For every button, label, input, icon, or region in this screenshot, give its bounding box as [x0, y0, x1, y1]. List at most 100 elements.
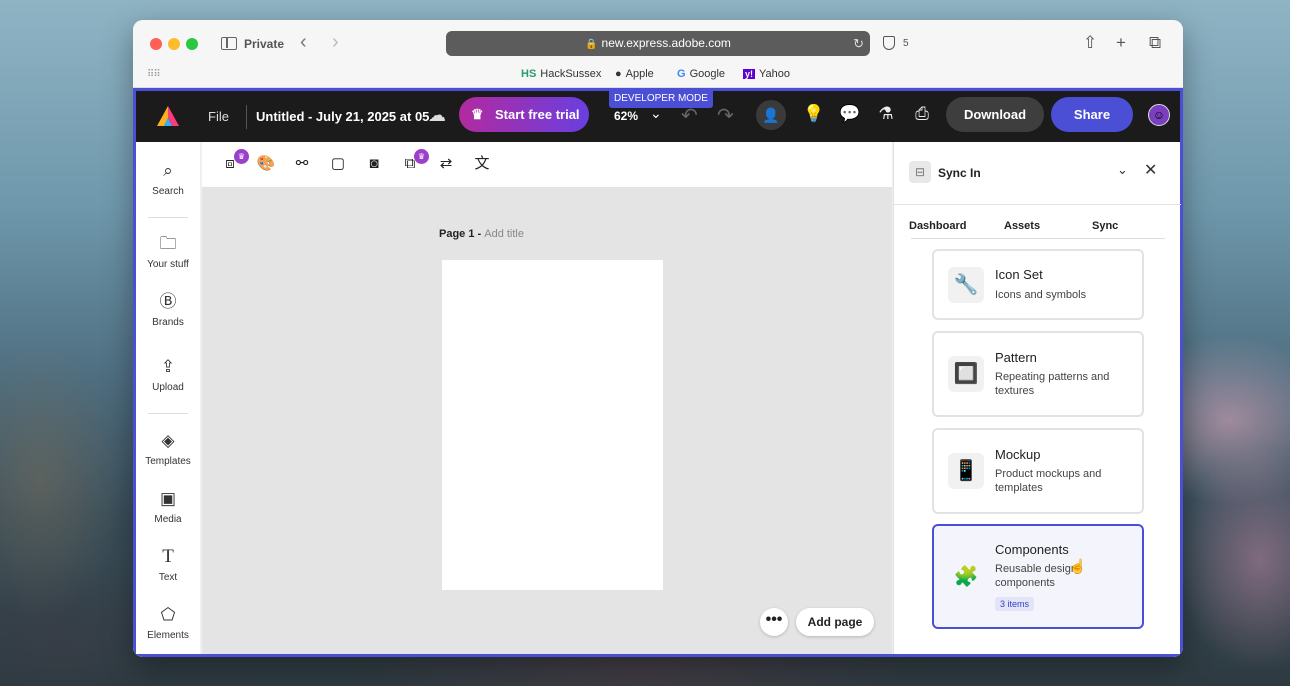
left-rail: ⌕ Search 🗀 Your stuff Ⓑ Brands ⇪ Upload ◈ Tem…: [136, 142, 200, 654]
rail-your-stuff[interactable]: 🗀 Your stuff: [136, 233, 200, 270]
cloud-sync-icon[interactable]: ☁: [428, 105, 446, 126]
add-collaborator-icon[interactable]: 👤: [756, 100, 786, 130]
panel-tabs: Dashboard Assets Sync: [909, 217, 1165, 239]
plugin-icon: ⊟: [909, 161, 931, 183]
share-page-icon[interactable]: ⇧: [1083, 33, 1097, 53]
file-menu[interactable]: File: [208, 109, 229, 124]
adobe-express-logo[interactable]: [156, 105, 180, 127]
panel-title: Sync In: [938, 166, 981, 180]
browser-window: Private ‹ › 🔒 new.express.adobe.com ↻ 5 ⇧…: [133, 20, 1183, 657]
tab-sync[interactable]: Sync: [1092, 220, 1118, 232]
page-label: Page 1 - Add title: [439, 228, 524, 240]
reload-icon[interactable]: ↻: [853, 31, 864, 56]
lightbulb-icon[interactable]: 💡: [802, 104, 826, 124]
design-canvas: Page 1 - Add title ••• Add page: [202, 188, 892, 654]
card-icon-set[interactable]: 🔧 Icon Set Icons and symbols: [932, 249, 1144, 320]
bookmark-hacksussex[interactable]: HS HackSussex: [521, 68, 601, 80]
rail-brands[interactable]: Ⓑ Brands: [136, 291, 200, 328]
rail-divider: [148, 217, 188, 218]
artboard-page[interactable]: [442, 260, 663, 590]
sidebar-toggle-icon[interactable]: [221, 37, 237, 50]
forward-icon[interactable]: ›: [332, 32, 339, 52]
bookmark-apple[interactable]: ● Apple: [615, 68, 654, 80]
card-title: Pattern: [995, 350, 1037, 365]
chevron-down-icon[interactable]: ⌄: [650, 105, 662, 122]
rail-templates[interactable]: ◈ Templates: [136, 430, 200, 467]
bookmark-google[interactable]: G Google: [677, 68, 725, 80]
card-pattern[interactable]: 🔲 Pattern Repeating patterns and texture…: [932, 331, 1144, 417]
resize-icon[interactable]: ⧈ ♛: [220, 149, 249, 174]
card-description: Reusable design components: [995, 563, 1077, 589]
document-title[interactable]: Untitled - July 21, 2025 at 05...: [256, 109, 440, 124]
close-window-button[interactable]: [150, 38, 162, 50]
zoom-level[interactable]: 62%: [614, 109, 638, 123]
avatar[interactable]: ☺: [1148, 104, 1170, 126]
add-page-button[interactable]: Add page: [796, 608, 874, 636]
comment-icon[interactable]: 💬: [838, 104, 862, 124]
download-button[interactable]: Download: [946, 97, 1044, 132]
card-description: Icons and symbols: [995, 289, 1087, 301]
translate-icon[interactable]: 文: [472, 154, 492, 174]
templates-icon: ◈: [161, 431, 175, 450]
sync-in-panel: ⊟ Sync In ⌄ ✕ Dashboard Assets Sync 🔧 Ic…: [893, 142, 1181, 654]
rail-text[interactable]: T Text: [136, 546, 200, 583]
hand-cursor-icon: ☝: [1069, 558, 1087, 574]
rail-elements[interactable]: ⬠ Elements: [136, 604, 200, 641]
bookmark-yahoo[interactable]: y! Yahoo: [743, 68, 790, 80]
upload-icon: ⇪: [160, 357, 176, 376]
private-label: Private: [244, 37, 285, 51]
rail-media[interactable]: ▣ Media: [136, 488, 200, 525]
quick-actions-toolbar: ⧈ ♛ 🎨 ⚯ ▢ ◙ ⧉ ♛ ⇄ 文: [202, 142, 892, 188]
swap-icon[interactable]: ⇄: [436, 154, 456, 174]
text-icon: T: [162, 546, 174, 567]
card-mockup[interactable]: 📱 Mockup Product mockups and templates: [932, 428, 1144, 514]
undo-icon[interactable]: ↶: [681, 103, 698, 128]
close-icon[interactable]: ✕: [1144, 160, 1157, 180]
tab-overview-icon[interactable]: ⧉: [1149, 33, 1161, 53]
address-bar[interactable]: 🔒 new.express.adobe.com ↻: [446, 31, 870, 56]
new-tab-icon[interactable]: +: [1116, 33, 1126, 53]
chevron-down-icon[interactable]: ⌄: [1117, 162, 1128, 178]
print-icon[interactable]: ⎙: [910, 104, 934, 124]
redo-icon[interactable]: ↷: [717, 103, 734, 128]
start-free-trial-button[interactable]: ♛ Start free trial: [459, 97, 589, 132]
media-icon: ▣: [159, 489, 177, 508]
apps-grid-icon[interactable]: ⠿⠿: [147, 69, 161, 80]
elements-icon: ⬠: [160, 605, 176, 624]
card-title: Icon Set: [995, 267, 1043, 282]
more-options-button[interactable]: •••: [760, 608, 788, 636]
card-title: Mockup: [995, 447, 1041, 462]
app-topbar: File Untitled - July 21, 2025 at 05... ☁…: [136, 88, 1180, 142]
animate-icon[interactable]: ⚯: [292, 154, 312, 174]
palette-icon[interactable]: 🎨: [256, 154, 276, 174]
card-components[interactable]: 🧩 Components Reusable design components …: [932, 524, 1144, 629]
share-button[interactable]: Share: [1051, 97, 1133, 132]
phone-icon: 📱: [948, 453, 984, 489]
puzzle-icon: 🧩: [953, 566, 979, 588]
tab-assets[interactable]: Assets: [1004, 220, 1040, 232]
privacy-shield-icon[interactable]: [883, 36, 895, 50]
card-description: Product mockups and templates: [995, 468, 1102, 494]
topbar-divider: [246, 105, 247, 129]
flask-icon[interactable]: ⚗: [874, 104, 898, 124]
wrench-icon: 🔧: [948, 267, 984, 303]
tracker-count: 5: [903, 38, 909, 49]
adobe-express-app: File Untitled - July 21, 2025 at 05... ☁…: [133, 88, 1183, 657]
minimize-window-button[interactable]: [168, 38, 180, 50]
layers-icon[interactable]: ⧉ ♛: [400, 149, 429, 174]
lock-icon: 🔒: [585, 39, 598, 50]
page-title-input[interactable]: Add title: [484, 228, 524, 240]
rail-divider: [148, 413, 188, 414]
rail-upload[interactable]: ⇪ Upload: [136, 356, 200, 393]
panel-header: ⊟ Sync In ⌄ ✕: [894, 142, 1181, 205]
url-text: new.express.adobe.com: [601, 36, 731, 50]
rail-search[interactable]: ⌕ Search: [136, 160, 200, 197]
crown-icon: ♛: [471, 106, 484, 122]
brand-icon: Ⓑ: [159, 292, 177, 311]
item-count-badge: 3 items: [995, 597, 1035, 611]
tab-dashboard[interactable]: Dashboard: [909, 220, 966, 232]
frame-icon[interactable]: ◙: [364, 154, 384, 174]
maximize-window-button[interactable]: [186, 38, 198, 50]
shape-icon[interactable]: ▢: [328, 154, 348, 174]
back-icon[interactable]: ‹: [300, 32, 307, 52]
